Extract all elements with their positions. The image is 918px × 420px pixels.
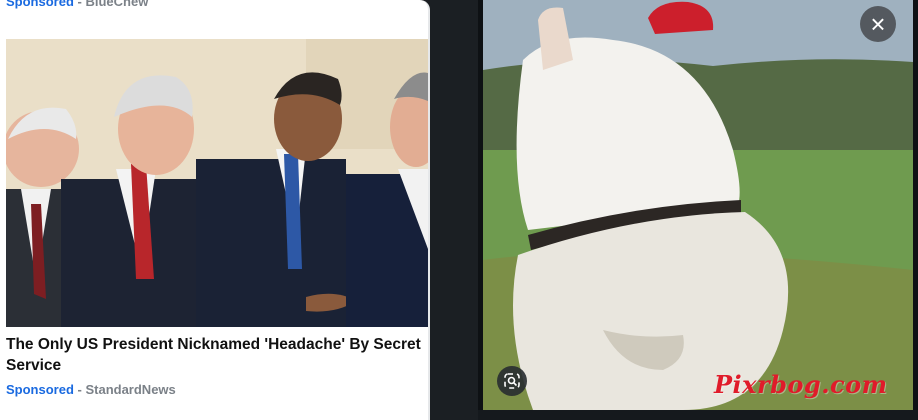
image-search-button[interactable] [497,366,527,396]
close-icon: × [870,9,886,39]
source-name: BlueChew [85,0,149,9]
sponsored-label: Sponsored [6,0,74,9]
source-separator: - [73,382,86,397]
source-separator: - [73,0,86,9]
column-gutter [430,0,478,420]
golf-photo-illustration [483,0,913,410]
ad-headline[interactable]: The Only US President Nicknamed 'Headach… [6,334,424,376]
image-viewer-panel [478,0,918,420]
sponsored-label: Sponsored [6,382,74,397]
close-button[interactable]: × [860,6,896,42]
ad-source-top[interactable]: Sponsored - BlueChew [6,0,148,9]
viewer-image[interactable] [483,0,913,410]
ad-photo-illustration [6,39,428,327]
image-search-icon [504,373,520,389]
panel-bottom-bar [478,410,918,420]
sponsored-ad-card[interactable]: Sponsored - BlueChew The Only US Preside… [0,0,430,420]
watermark: Pixrbog.com [714,370,888,399]
ad-image[interactable] [6,39,428,327]
ad-source-bottom[interactable]: Sponsored - StandardNews [6,382,176,397]
source-name: StandardNews [85,382,176,397]
